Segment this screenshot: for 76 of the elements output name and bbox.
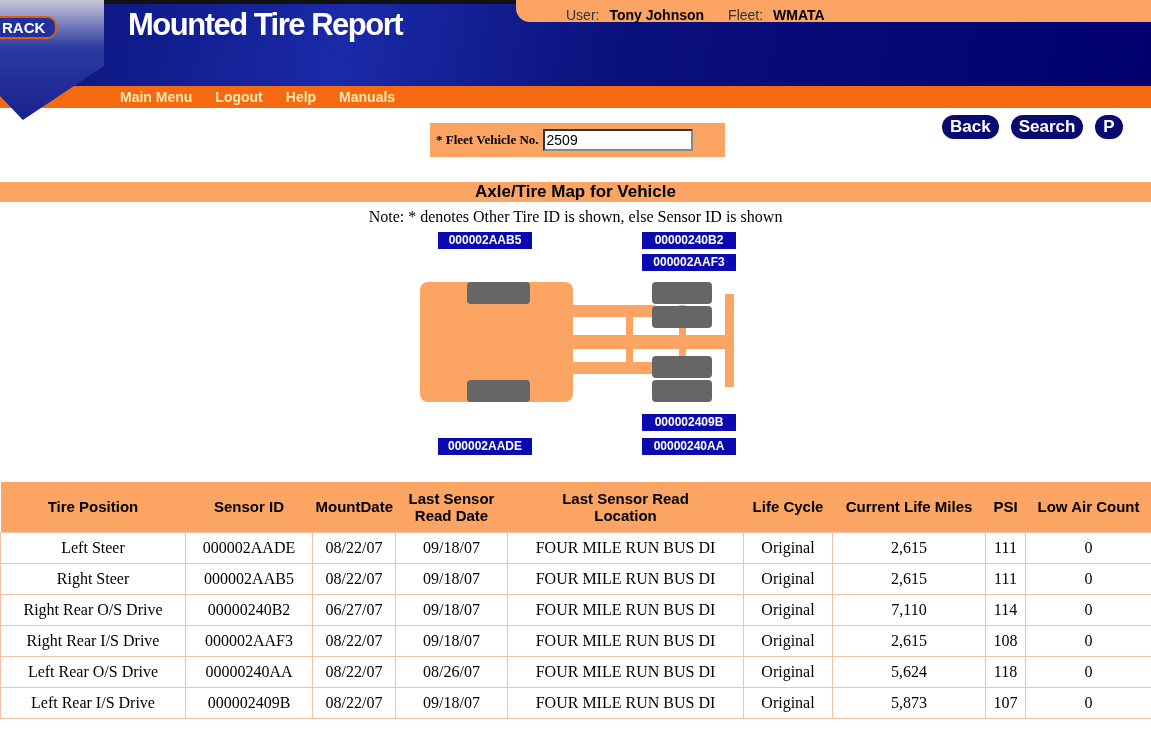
column-header: Last Sensor Read Location	[507, 482, 744, 532]
table-cell: FOUR MILE RUN BUS DI	[507, 594, 744, 625]
table-cell: Original	[743, 656, 833, 687]
field-label: * Fleet Vehicle No.	[436, 132, 539, 148]
table-cell: 00000240B2	[185, 594, 313, 625]
table-cell: Right Steer	[0, 563, 186, 594]
table-cell: 08/22/07	[312, 687, 396, 718]
section-title: Axle/Tire Map for Vehicle	[0, 182, 1151, 202]
tire-id-tag: 00000240AA	[642, 438, 736, 455]
table-cell: 000002AAF3	[185, 625, 313, 656]
tire-id-tag: 000002AAB5	[438, 232, 532, 249]
table-cell: Right Rear O/S Drive	[0, 594, 186, 625]
table-cell: 2,615	[832, 532, 986, 563]
table-cell: 06/27/07	[312, 594, 396, 625]
column-header: Life Cycle	[743, 482, 833, 532]
table-cell: 000002AAB5	[185, 563, 313, 594]
fleet-name: WMATA	[773, 8, 825, 22]
table-cell: Original	[743, 625, 833, 656]
fleet-label: Fleet:	[728, 8, 764, 22]
table-cell: 00000240AA	[185, 656, 313, 687]
table-cell: FOUR MILE RUN BUS DI	[507, 625, 744, 656]
table-cell: 111	[985, 532, 1026, 563]
table-cell: 114	[985, 594, 1026, 625]
table-cell: 08/22/07	[312, 563, 396, 594]
user-name: Tony Johnson	[609, 8, 705, 22]
table-cell: Right Rear I/S Drive	[0, 625, 186, 656]
user-label: User:	[566, 8, 600, 22]
table-cell: 08/26/07	[395, 656, 508, 687]
table-cell: Left Rear I/S Drive	[0, 687, 186, 718]
tire-id-tag: 00000240B2	[642, 232, 736, 249]
column-header: Low Air Count	[1025, 482, 1151, 532]
table-cell: 118	[985, 656, 1026, 687]
table-cell: 08/22/07	[312, 625, 396, 656]
table-cell: Original	[743, 532, 833, 563]
table-cell: Original	[743, 563, 833, 594]
nav-button[interactable]: Search	[1010, 115, 1084, 139]
page-title: Mounted Tire Report	[128, 6, 403, 44]
table-cell: 09/18/07	[395, 563, 508, 594]
nav-button[interactable]: Back	[942, 115, 999, 139]
column-header: Tire Position	[0, 482, 186, 532]
table-cell: 2,615	[832, 625, 986, 656]
tire-id-tag: 000002409B	[642, 414, 736, 431]
table-cell: 5,873	[832, 687, 986, 718]
table-cell: 7,110	[832, 594, 986, 625]
table-cell: Original	[743, 687, 833, 718]
table-cell: 107	[985, 687, 1026, 718]
tire-id-tag: 000002AADE	[438, 438, 532, 455]
table-cell: 2,615	[832, 563, 986, 594]
table-cell: 000002AADE	[185, 532, 313, 563]
column-header: Current Life Miles	[832, 482, 986, 532]
table-cell: 111	[985, 563, 1026, 594]
table-cell: 09/18/07	[395, 532, 508, 563]
table-cell: 000002409B	[185, 687, 313, 718]
table-cell: 5,624	[832, 656, 986, 687]
table-cell: FOUR MILE RUN BUS DI	[507, 687, 744, 718]
table-cell: 09/18/07	[395, 625, 508, 656]
table-cell: Left Rear O/S Drive	[0, 656, 186, 687]
column-header: MountDate	[312, 482, 396, 532]
table-cell: Left Steer	[0, 532, 186, 563]
table-cell: 108	[985, 625, 1026, 656]
tire-id-tag: 000002AAF3	[642, 254, 736, 271]
column-header: Sensor ID	[185, 482, 313, 532]
table-cell: Original	[743, 594, 833, 625]
table-cell: 08/22/07	[312, 532, 396, 563]
vehicle-number-field[interactable]: 2509	[542, 129, 693, 151]
table-cell: 0	[1025, 532, 1151, 563]
table-cell: FOUR MILE RUN BUS DI	[507, 563, 744, 594]
nav-button[interactable]: P	[1095, 115, 1123, 139]
table-cell: FOUR MILE RUN BUS DI	[507, 532, 744, 563]
column-header: PSI	[985, 482, 1026, 532]
note-text: Note: * denotes Other Tire ID is shown, else Sensor ID is shown	[367, 207, 784, 227]
table-cell: 08/22/07	[312, 656, 396, 687]
column-header: Last Sensor Read Date	[395, 482, 508, 532]
table-cell: FOUR MILE RUN BUS DI	[507, 656, 744, 687]
table-cell: 09/18/07	[395, 594, 508, 625]
table-cell: 09/18/07	[395, 687, 508, 718]
